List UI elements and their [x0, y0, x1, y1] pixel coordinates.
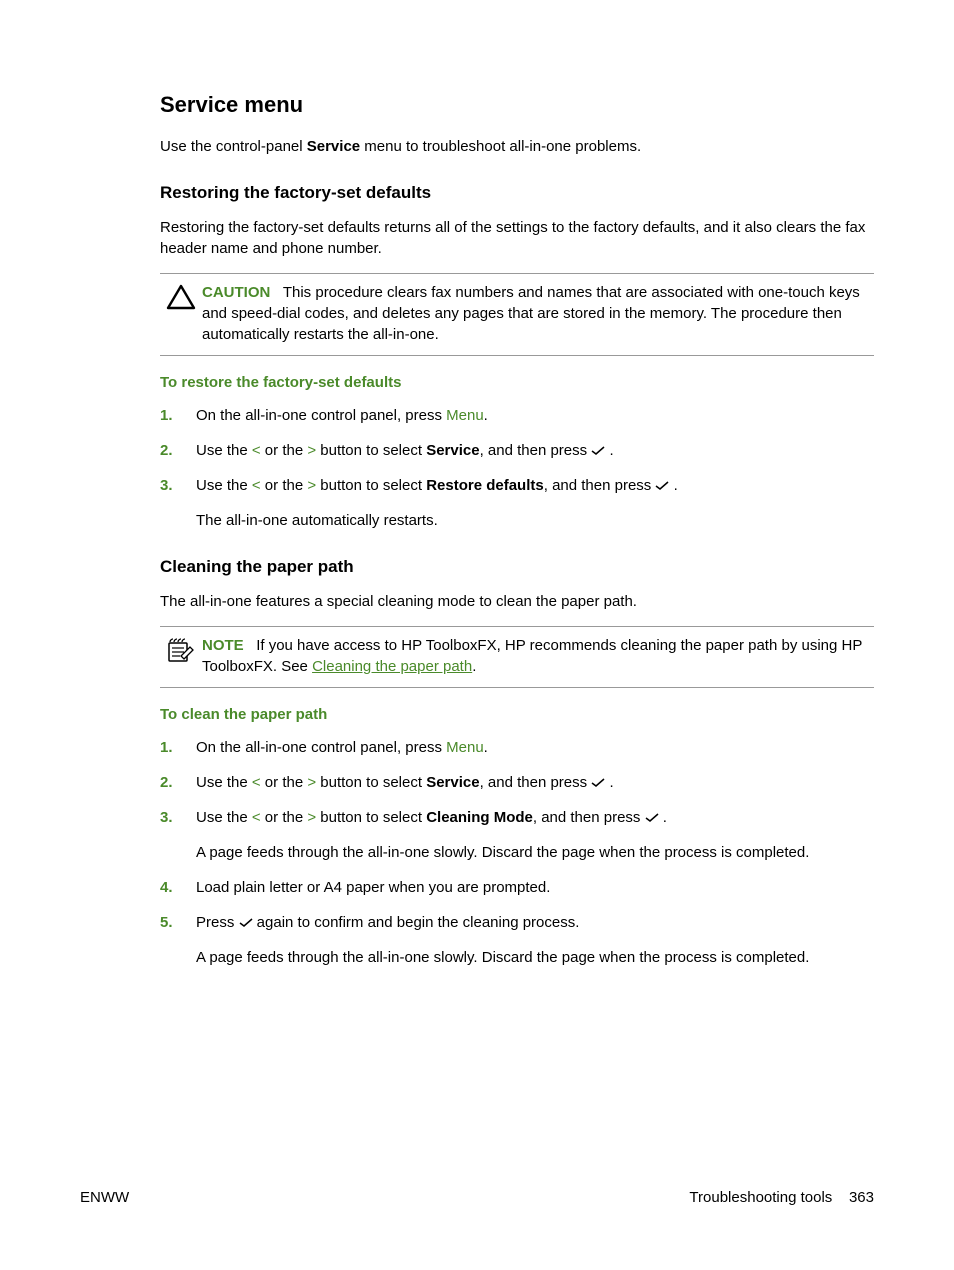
lt-symbol: < [252, 477, 261, 494]
steps-clean: On the all-in-one control panel, press M… [160, 737, 874, 968]
gt-symbol: > [307, 809, 316, 826]
text: . [484, 739, 488, 756]
text-bold: Cleaning Mode [426, 809, 533, 826]
text: . [605, 442, 613, 459]
text-green: Menu [446, 739, 484, 756]
footer-left: ENWW [80, 1189, 129, 1206]
text: , and then press [544, 477, 656, 494]
section-heading-cleaning: Cleaning the paper path [160, 557, 874, 577]
text: . [659, 809, 667, 826]
text: Load plain letter or A4 paper when you a… [196, 879, 550, 896]
list-item: Press again to confirm and begin the cle… [160, 912, 874, 968]
list-item: Use the < or the > button to select Rest… [160, 475, 874, 531]
text: . [484, 407, 488, 424]
list-item: Use the < or the > button to select Clea… [160, 807, 874, 863]
list-item: On the all-in-one control panel, press M… [160, 405, 874, 426]
text-bold: Restore defaults [426, 477, 544, 494]
step-sub: A page feeds through the all-in-one slow… [196, 842, 874, 863]
text: , and then press [480, 774, 592, 791]
text: Use the [196, 809, 252, 826]
text: Use the control-panel [160, 138, 307, 155]
step-sub: A page feeds through the all-in-one slow… [196, 947, 874, 968]
lt-symbol: < [252, 809, 261, 826]
text: Use the [196, 477, 252, 494]
text: button to select [316, 809, 426, 826]
text: Press [196, 914, 239, 931]
caution-callout: CAUTION This procedure clears fax number… [160, 273, 874, 356]
page-number: 363 [849, 1189, 874, 1206]
footer-section: Troubleshooting tools [689, 1189, 832, 1206]
lt-symbol: < [252, 442, 261, 459]
lt-symbol: < [252, 774, 261, 791]
text: button to select [316, 774, 426, 791]
gt-symbol: > [307, 442, 316, 459]
text: again to confirm and begin the cleaning … [253, 914, 580, 931]
page-footer: ENWW Troubleshooting tools 363 [80, 1189, 874, 1206]
text: or the [261, 442, 308, 459]
text: On the all-in-one control panel, press [196, 407, 446, 424]
text: or the [261, 477, 308, 494]
document-page: Service menu Use the control-panel Servi… [0, 0, 954, 968]
text: This procedure clears fax numbers and na… [202, 284, 860, 343]
text: . [669, 477, 677, 494]
note-icon [160, 635, 202, 677]
check-icon [591, 446, 605, 456]
text-bold: Service [307, 138, 360, 155]
gt-symbol: > [307, 477, 316, 494]
page-title: Service menu [160, 92, 874, 118]
note-label: NOTE [202, 637, 244, 654]
section1-para: Restoring the factory-set defaults retur… [160, 217, 874, 259]
text: button to select [316, 442, 426, 459]
list-item: Use the < or the > button to select Serv… [160, 440, 874, 461]
check-icon [645, 813, 659, 823]
text-bold: Service [426, 442, 479, 459]
list-item: Use the < or the > button to select Serv… [160, 772, 874, 793]
check-icon [591, 778, 605, 788]
text: button to select [316, 477, 426, 494]
note-callout: NOTE If you have access to HP ToolboxFX,… [160, 626, 874, 688]
procedure-heading-clean: To clean the paper path [160, 706, 874, 723]
text: Use the [196, 442, 252, 459]
check-icon [239, 918, 253, 928]
list-item: On the all-in-one control panel, press M… [160, 737, 874, 758]
link-cleaning-paper-path[interactable]: Cleaning the paper path [312, 658, 472, 675]
text: or the [261, 809, 308, 826]
footer-right: Troubleshooting tools 363 [689, 1189, 874, 1206]
text: . [605, 774, 613, 791]
text: . [472, 658, 476, 675]
section2-para: The all-in-one features a special cleani… [160, 591, 874, 612]
list-item: Load plain letter or A4 paper when you a… [160, 877, 874, 898]
text: Use the [196, 774, 252, 791]
caution-label: CAUTION [202, 284, 270, 301]
text: , and then press [480, 442, 592, 459]
text: If you have access to HP ToolboxFX, HP r… [202, 637, 862, 675]
section-heading-restoring: Restoring the factory-set defaults [160, 183, 874, 203]
gt-symbol: > [307, 774, 316, 791]
text: menu to troubleshoot all-in-one problems… [360, 138, 641, 155]
text-bold: Service [426, 774, 479, 791]
caution-text: CAUTION This procedure clears fax number… [202, 282, 874, 345]
text: , and then press [533, 809, 645, 826]
note-text: NOTE If you have access to HP ToolboxFX,… [202, 635, 874, 677]
text: On the all-in-one control panel, press [196, 739, 446, 756]
text-green: Menu [446, 407, 484, 424]
intro-paragraph: Use the control-panel Service menu to tr… [160, 136, 874, 157]
step-sub: The all-in-one automatically restarts. [196, 510, 874, 531]
text: or the [261, 774, 308, 791]
steps-restore: On the all-in-one control panel, press M… [160, 405, 874, 531]
caution-icon [160, 282, 202, 345]
procedure-heading-restore: To restore the factory-set defaults [160, 374, 874, 391]
check-icon [655, 481, 669, 491]
